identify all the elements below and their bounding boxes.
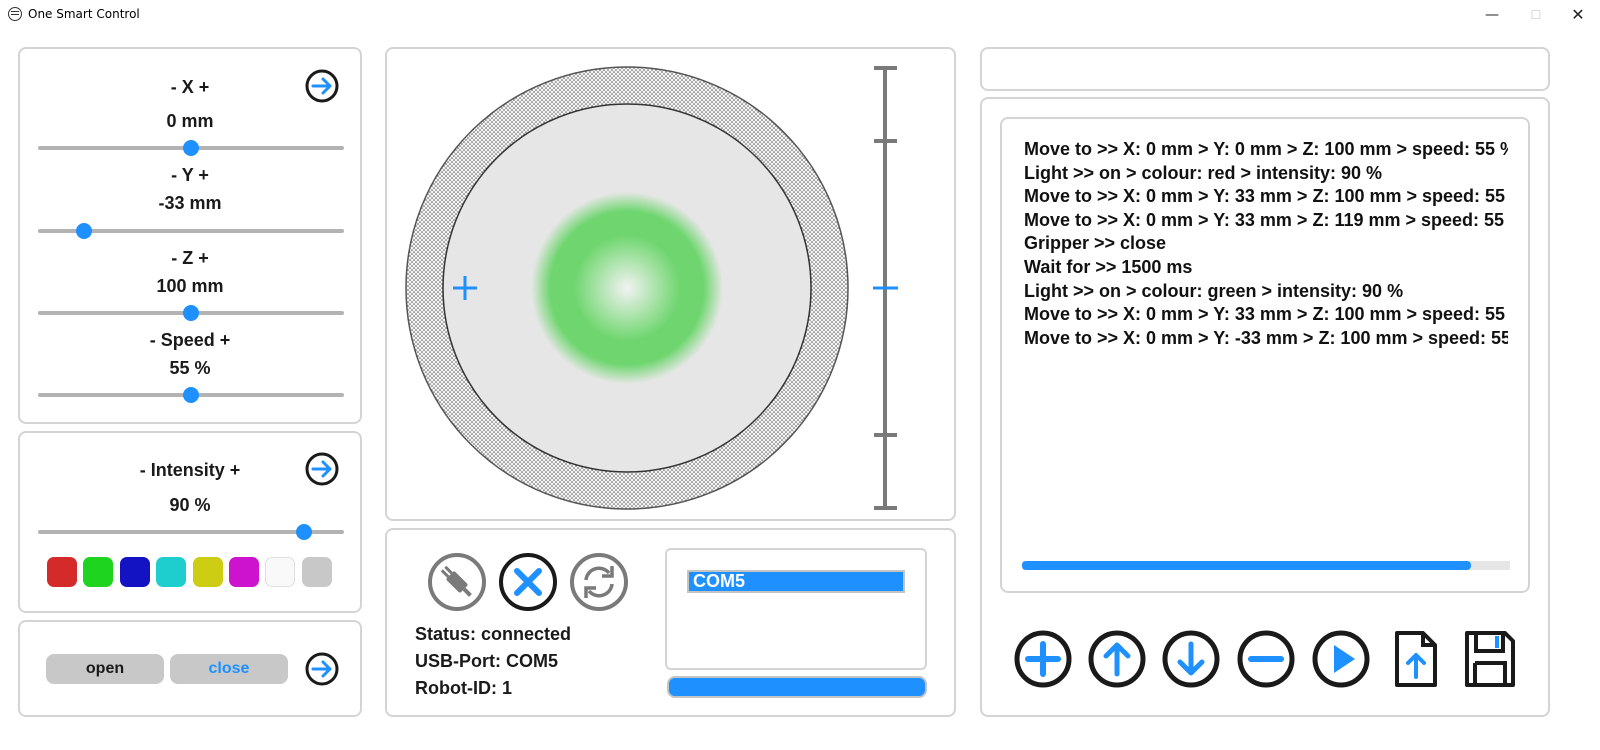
workspace-panel xyxy=(385,47,956,521)
z-axis-slider[interactable] xyxy=(38,305,344,321)
minimize-button[interactable]: — xyxy=(1470,0,1514,30)
speed-slider[interactable] xyxy=(38,387,344,403)
swatch-red[interactable] xyxy=(47,557,77,587)
info-bar-panel xyxy=(980,47,1550,91)
z-scale[interactable] xyxy=(873,66,898,510)
connection-progress-bar xyxy=(667,676,927,698)
x-axis-slider-thumb[interactable] xyxy=(183,140,199,156)
program-lines: Move to >> X: 0 mm > Y: 0 mm > Z: 100 mm… xyxy=(1002,119,1508,591)
z-axis-value: 100 mm xyxy=(156,276,224,296)
gripper-open-button[interactable]: open xyxy=(46,654,164,684)
send-gripper-button[interactable] xyxy=(305,652,339,686)
program-line[interactable]: Gripper >> close xyxy=(1024,233,1166,254)
remove-icon[interactable] xyxy=(1236,629,1296,689)
title-bar: One Smart Control — ☐ ✕ xyxy=(0,0,1600,30)
maximize-button[interactable]: ☐ xyxy=(1514,0,1558,30)
connection-panel: Status: connected USB-Port: COM5 Robot-I… xyxy=(385,528,956,717)
program-panel: Move to >> X: 0 mm > Y: 0 mm > Z: 100 mm… xyxy=(980,97,1550,717)
close-button[interactable]: ✕ xyxy=(1556,0,1600,30)
x-axis-value: 0 mm xyxy=(166,111,214,131)
upload-file-icon[interactable] xyxy=(1385,629,1445,689)
send-position-button[interactable] xyxy=(305,69,339,103)
swatch-yellow[interactable] xyxy=(192,557,223,587)
program-line[interactable]: Light >> on > colour: red > intensity: 9… xyxy=(1024,163,1382,184)
gripper-close-button[interactable]: close xyxy=(170,654,288,684)
light-indicator xyxy=(531,192,723,384)
speed-value: 55 % xyxy=(169,358,211,378)
move-up-icon[interactable] xyxy=(1087,629,1147,689)
y-axis-value: -33 mm xyxy=(158,193,222,213)
gripper-panel: open close xyxy=(18,620,362,717)
program-line[interactable]: Move to >> X: 0 mm > Y: 0 mm > Z: 100 mm… xyxy=(1024,139,1508,160)
save-icon[interactable] xyxy=(1459,629,1519,689)
intensity-value: 90 % xyxy=(169,495,211,515)
swatch-white[interactable] xyxy=(265,557,296,587)
z-axis-slider-thumb[interactable] xyxy=(183,305,199,321)
program-list[interactable]: Move to >> X: 0 mm > Y: 0 mm > Z: 100 mm… xyxy=(1000,117,1530,593)
swatch-green[interactable] xyxy=(83,557,114,587)
swatch-gray[interactable] xyxy=(301,557,332,587)
swatch-blue[interactable] xyxy=(119,557,150,587)
usb-port-info: USB-Port: COM5 xyxy=(415,651,558,671)
port-list[interactable]: COM5 xyxy=(665,548,927,670)
intensity-slider[interactable] xyxy=(38,524,344,540)
y-axis-slider[interactable] xyxy=(38,223,344,239)
port-list-item-selected[interactable]: COM5 xyxy=(687,570,905,593)
connection-status: Status: connected xyxy=(415,624,572,644)
program-line[interactable]: Move to >> X: 0 mm > Y: 33 mm > Z: 100 m… xyxy=(1024,186,1508,207)
speed-slider-thumb[interactable] xyxy=(183,387,199,403)
x-axis-slider[interactable] xyxy=(38,140,344,156)
play-icon[interactable] xyxy=(1311,629,1371,689)
disconnect-icon[interactable] xyxy=(498,552,558,612)
refresh-icon[interactable] xyxy=(569,552,629,612)
light-panel: - Intensity + 90 % xyxy=(18,431,362,613)
program-line[interactable]: Move to >> X: 0 mm > Y: 33 mm > Z: 119 m… xyxy=(1024,210,1508,231)
window-title: One Smart Control xyxy=(28,7,140,21)
program-line[interactable]: Move to >> X: 0 mm > Y: 33 mm > Z: 100 m… xyxy=(1024,304,1508,325)
swatch-cyan[interactable] xyxy=(156,557,187,587)
workspace-view[interactable] xyxy=(387,49,954,519)
program-line[interactable]: Wait for >> 1500 ms xyxy=(1024,257,1192,278)
speed-label: - Speed + xyxy=(149,330,231,350)
add-icon[interactable] xyxy=(1013,629,1073,689)
y-axis-slider-thumb[interactable] xyxy=(75,223,92,239)
program-progress-bar xyxy=(1022,561,1510,570)
y-axis-label: - Y + xyxy=(171,165,209,185)
swatch-magenta[interactable] xyxy=(229,557,259,587)
robot-id-info: Robot-ID: 1 xyxy=(415,678,512,698)
move-down-icon[interactable] xyxy=(1161,629,1221,689)
program-line[interactable]: Move to >> X: 0 mm > Y: -33 mm > Z: 100 … xyxy=(1024,328,1508,349)
z-axis-label: - Z + xyxy=(171,248,209,268)
send-light-button[interactable] xyxy=(305,452,339,486)
program-line[interactable]: Light >> on > colour: green > intensity:… xyxy=(1024,281,1403,302)
program-progress-fill xyxy=(1022,561,1471,570)
axis-panel: - X + 0 mm - Y + -33 mm - Z + 100 mm - S… xyxy=(18,47,362,424)
intensity-slider-thumb[interactable] xyxy=(296,524,313,540)
usb-plug-icon[interactable] xyxy=(427,552,487,612)
app-icon xyxy=(8,7,22,21)
